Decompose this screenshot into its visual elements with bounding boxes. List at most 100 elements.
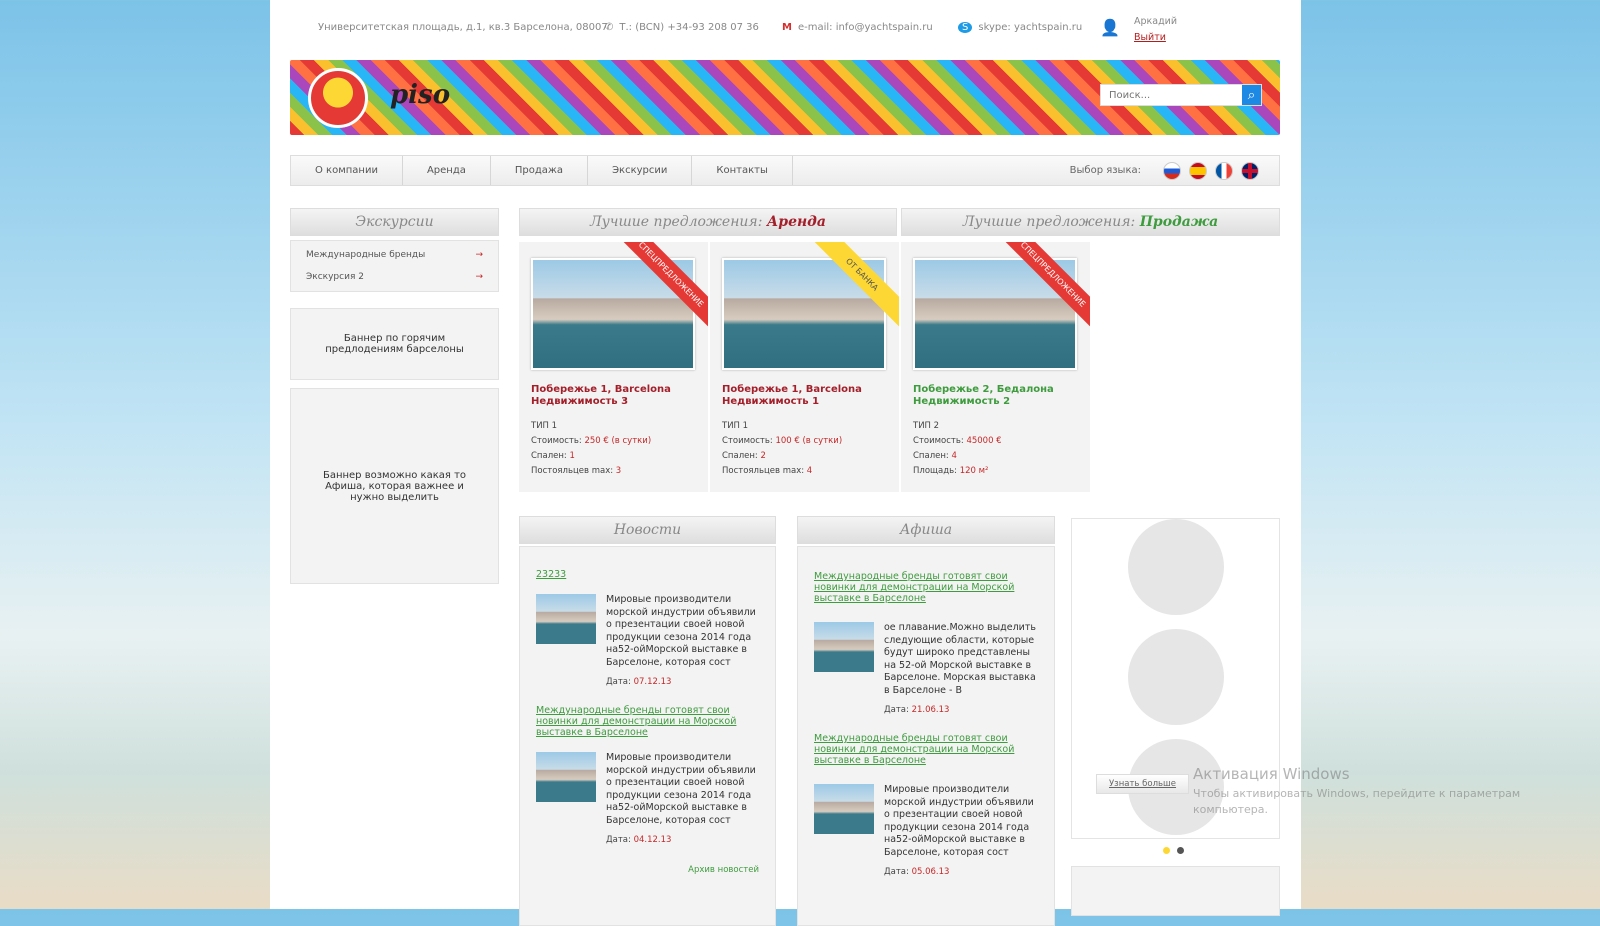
news-link[interactable]: Международные бренды готовят свои новинк… [536,705,759,738]
ribbon-text: ОТ БАНКА [809,242,899,328]
ribbon: СПЕЦПРЕДЛОЖЕНИЕ [1000,242,1090,332]
value: 2 [760,451,766,461]
afisha-thumbnail[interactable] [814,784,874,834]
card-guests: Постояльцев max: 4 [722,465,887,477]
ribbon: ОТ БАНКА [809,242,899,332]
label: Спален: [913,451,952,461]
learn-more-button[interactable]: Узнать больше [1096,774,1190,794]
card-area: Площадь: 120 м² [913,465,1078,477]
news-item: Мировые производители морской индустрии … [536,594,759,669]
value: 04.12.13 [633,835,672,845]
value: 100 € (в сутки) [775,436,843,446]
card-bedrooms: Спален: 4 [913,450,1078,462]
sidebar-item-label: Международные бренды [306,250,426,260]
news-title: Новости [519,516,776,544]
card-type: ТИП 2 [913,421,940,431]
ribbon-text: СПЕЦПРЕДЛОЖЕНИЕ [618,242,708,328]
logo-text[interactable]: piso [390,80,450,110]
card-type: ТИП 1 [531,421,558,431]
flag-ru-icon[interactable] [1163,161,1181,180]
news-list: 23233 Мировые производители морской инду… [519,546,776,926]
afisha-item: Мировые производители морской индустрии … [814,784,1038,859]
afisha-banner[interactable]: Баннер возможно какая то Афиша, которая … [290,388,499,584]
news-text: Мировые производители морской индустрии … [606,752,756,826]
news-link[interactable]: 23233 [536,569,566,580]
value: 250 € (в сутки) [584,436,652,446]
slide-image[interactable] [1128,629,1224,725]
label: Дата: [606,835,634,845]
afisha-text: Мировые производители морской индустрии … [884,784,1034,858]
nav-contacts[interactable]: Контакты [692,156,793,185]
address: Университетская площадь, д.1, кв.3 Барсе… [318,22,608,33]
value: 05.06.13 [911,867,950,877]
news-date: Дата: 07.12.13 [606,677,759,687]
afisha-date: Дата: 05.06.13 [884,867,1038,877]
card-title-line2: Недвижимость 3 [531,396,629,407]
skype-icon: S [958,22,973,33]
value: 21.06.13 [911,705,950,715]
search-button[interactable]: ⌕ [1242,85,1261,105]
sale-label: Продажа [1139,214,1219,230]
label: Дата: [884,705,912,715]
flag-en-icon[interactable] [1241,161,1259,180]
language-label: Выбор языка: [1069,165,1141,176]
offer-card[interactable]: СПЕЦПРЕДЛОЖЕНИЕ Побережье 1, Barcelona Не… [519,242,708,492]
news-archive-link[interactable]: Архив новостей [536,865,759,876]
label: Дата: [884,867,912,877]
language-selector: Выбор языка: [1069,161,1279,180]
label: Спален: [531,451,570,461]
search-input[interactable] [1101,85,1242,105]
card-title-line2: Недвижимость 2 [913,396,1011,407]
offer-card[interactable]: СПЕЦПРЕДЛОЖЕНИЕ Побережье 2, Бедалона Нед… [901,242,1090,492]
arrow-right-icon: → [475,272,483,282]
card-title[interactable]: Побережье 1, Barcelona Недвижимость 1 [722,384,887,408]
news-thumbnail[interactable] [536,752,596,802]
sidebar-item[interactable]: Экскурсия 2 → [291,266,498,288]
card-title-line1: Побережье 1, Barcelona [531,384,671,395]
arrow-right-icon: → [475,250,483,260]
sale-offers-title: Лучшие предложения: Продажа [901,208,1280,236]
sidebar: Экскурсии Международные бренды → Экскурси… [290,208,499,584]
card-title[interactable]: Побережье 2, Бедалона Недвижимость 2 [913,384,1078,408]
slider-dot[interactable] [1177,847,1184,854]
nav-sale[interactable]: Продажа [491,156,589,185]
afisha-text: ое плавание.Можно выделить следующие обл… [884,622,1036,696]
news-section: Новости 23233 Мировые производители морс… [519,516,776,926]
hot-offers-banner[interactable]: Баннер по горячим предлодениям барселоны [290,308,499,380]
card-title-line1: Побережье 2, Бедалона [913,384,1054,395]
slider-dot-active[interactable] [1163,847,1170,854]
sale-prefix: Лучшие предложения: [962,214,1140,230]
search-icon: ⌕ [1247,87,1256,102]
logo-icon[interactable] [308,68,368,128]
search-box: ⌕ [1100,84,1262,106]
nav-about[interactable]: О компании [291,156,403,185]
logout-link[interactable]: Выйти [1134,32,1166,43]
value: 07.12.13 [633,677,672,687]
afisha-thumbnail[interactable] [814,622,874,672]
value: 1 [569,451,575,461]
afisha-list: Международные бренды готовят свои новинк… [797,546,1055,926]
afisha-link[interactable]: Международные бренды готовят свои новинк… [814,733,1038,766]
offer-card[interactable]: ОТ БАНКА Побережье 1, Barcelona Недвижимо… [710,242,899,492]
flag-fr-icon[interactable] [1215,161,1233,180]
card-guests: Постояльцев max: 3 [531,465,696,477]
sidebar-item[interactable]: Международные бренды → [291,244,498,266]
phone-text: Т.: (BCN) +34-93 208 07 36 [619,22,759,33]
watermark-text: Чтобы активировать Windows, перейдите к … [1193,787,1521,816]
afisha-date: Дата: 21.06.13 [884,705,1038,715]
slide-image[interactable] [1128,519,1224,615]
watermark-title: Активация Windows [1193,765,1350,783]
card-title[interactable]: Побережье 1, Barcelona Недвижимость 3 [531,384,696,408]
rent-offers-title: Лучшие предложения: Аренда [519,208,897,236]
card-price: Стоимость: 45000 € [913,435,1078,447]
afisha-item: ое плавание.Можно выделить следующие обл… [814,622,1038,697]
flag-es-icon[interactable] [1189,161,1207,180]
news-thumbnail[interactable] [536,594,596,644]
sidebar-item-label: Экскурсия 2 [306,272,364,282]
card-title-line2: Недвижимость 1 [722,396,820,407]
nav-excursions[interactable]: Экскурсии [588,156,693,185]
nav-rent[interactable]: Аренда [403,156,491,185]
sidebar-title: Экскурсии [290,208,499,236]
afisha-link[interactable]: Международные бренды готовят свои новинк… [814,571,1038,604]
email: Me-mail: info@yachtspain.ru [782,22,939,33]
